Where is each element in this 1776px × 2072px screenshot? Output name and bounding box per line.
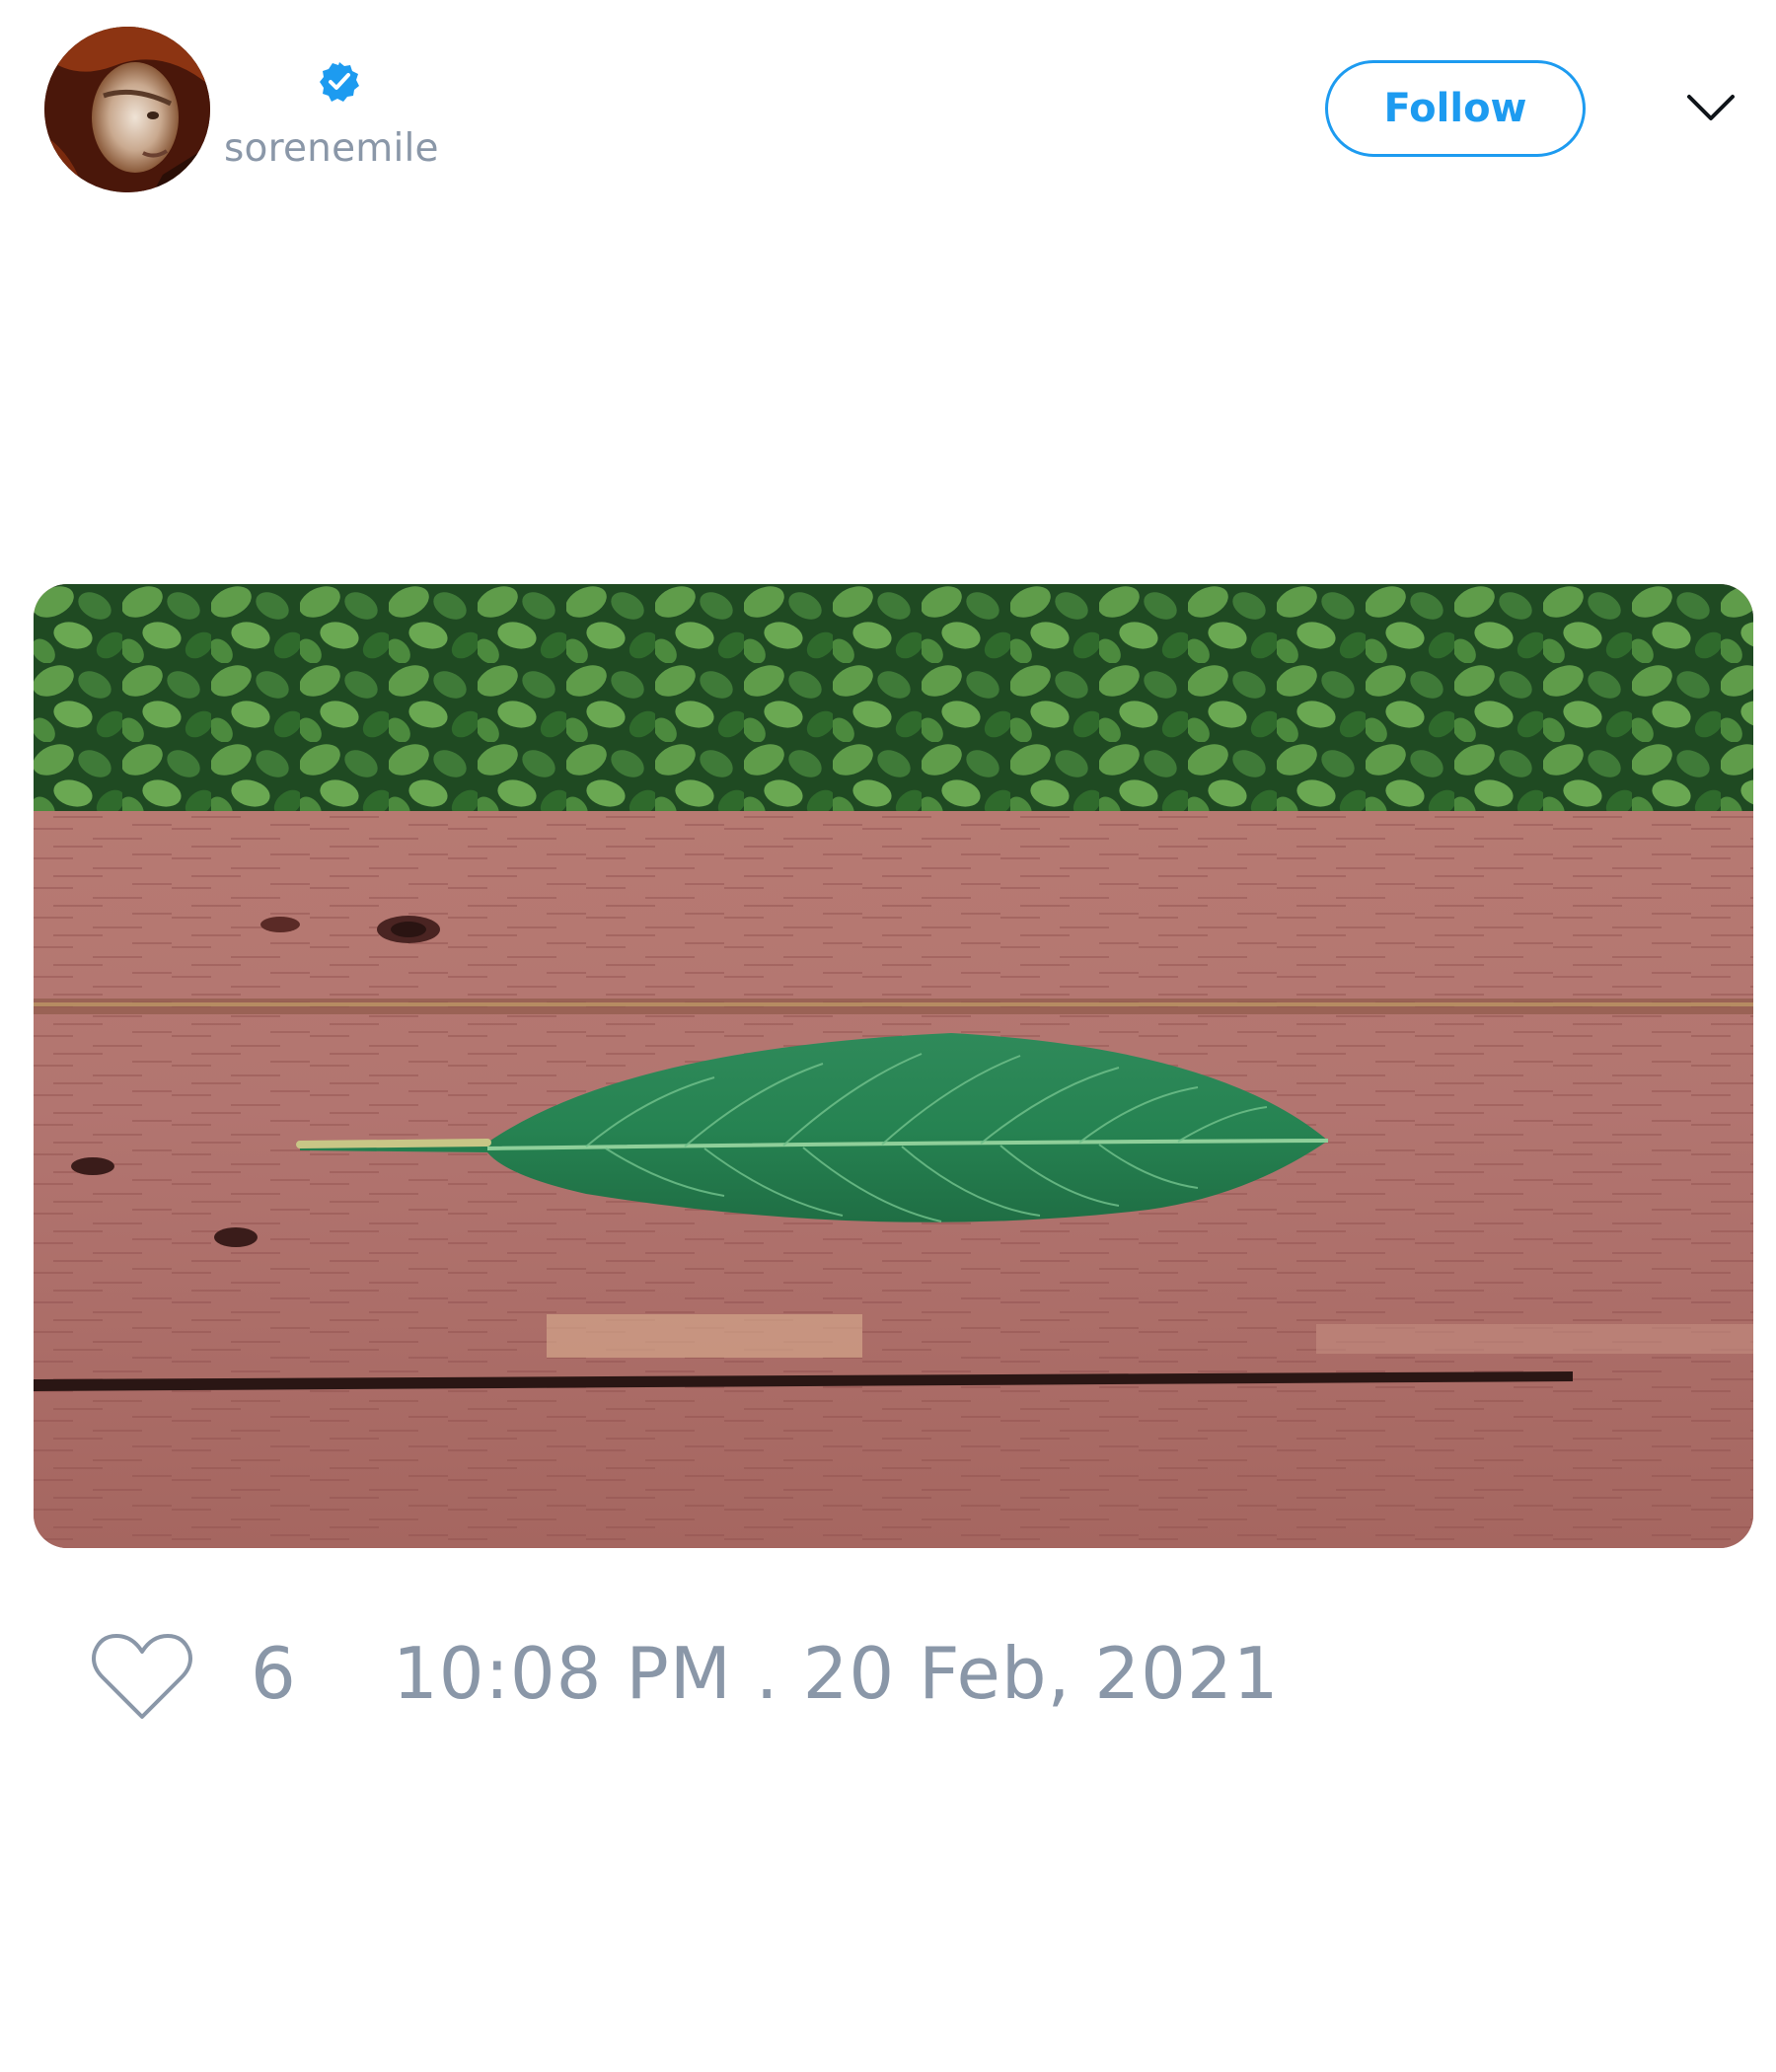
avatar[interactable] <box>44 27 210 192</box>
leaf-photo-image <box>34 584 1753 1548</box>
like-count: 6 <box>251 1632 296 1715</box>
chevron-down-icon[interactable] <box>1685 91 1737 126</box>
tweet-card: sorenemile Follow 6 10:08 PM . 20 Feb, 2… <box>0 0 1776 2072</box>
follow-button[interactable]: Follow <box>1325 60 1586 157</box>
tweet-photo[interactable] <box>34 584 1753 1548</box>
verified-badge-icon <box>320 62 359 102</box>
username[interactable]: sorenemile <box>224 126 439 171</box>
tweet-timestamp[interactable]: 10:08 PM . 20 Feb, 2021 <box>393 1633 1280 1714</box>
avatar-image <box>44 27 210 192</box>
heart-outline-icon[interactable] <box>89 1630 195 1725</box>
